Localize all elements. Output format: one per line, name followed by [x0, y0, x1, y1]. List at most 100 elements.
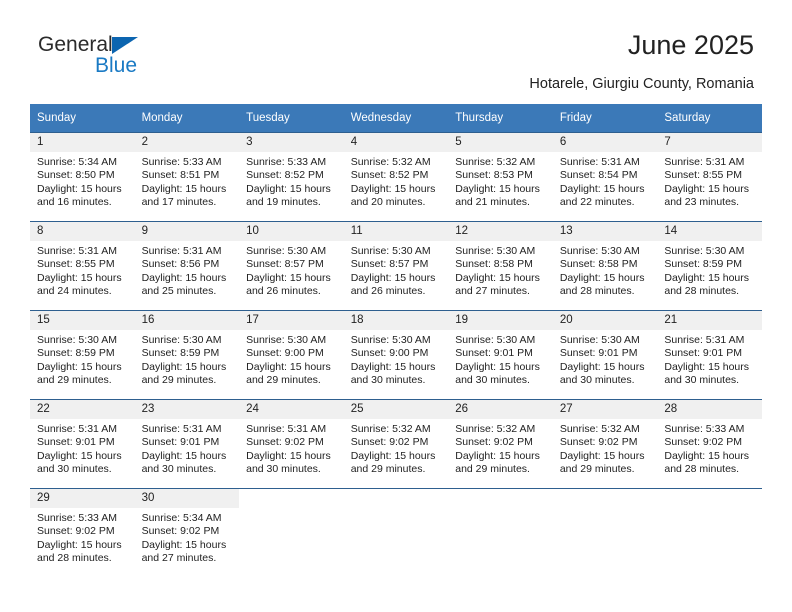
- calendar-day-cell[interactable]: 28 Sunrise: 5:33 AM Sunset: 9:02 PM Dayligh…: [657, 399, 762, 489]
- calendar-day-cell[interactable]: 27 Sunrise: 5:32 AM Sunset: 9:02 PM Dayligh…: [552, 399, 658, 489]
- daylight-text: Daylight: 15 hours and 29 minutes.: [350, 449, 436, 476]
- calendar-page: General Blue June 2025 Hotarele, Giurgiu…: [0, 0, 792, 612]
- calendar-day-cell[interactable]: 5 Sunrise: 5:32 AM Sunset: 8:53 PM Daylight…: [448, 132, 553, 222]
- day-sun-info: Sunrise: 5:32 AM Sunset: 9:02 PM Daylight:…: [553, 419, 658, 477]
- calendar-day-cell[interactable]: 29 Sunrise: 5:33 AM Sunset: 9:02 PM Dayligh…: [30, 488, 135, 577]
- day-sun-info: Sunrise: 5:31 AM Sunset: 9:01 PM Daylight:…: [30, 419, 135, 477]
- calendar-day-cell[interactable]: 13 Sunrise: 5:30 AM Sunset: 8:58 PM Dayligh…: [552, 221, 658, 311]
- calendar-week-row: 8 Sunrise: 5:31 AM Sunset: 8:55 PM Daylight…: [30, 221, 762, 311]
- day-number: 8: [30, 222, 135, 241]
- calendar-day-cell[interactable]: 9 Sunrise: 5:31 AM Sunset: 8:56 PM Daylight…: [134, 221, 240, 311]
- calendar-day-cell[interactable]: 1 Sunrise: 5:34 AM Sunset: 8:50 PM Daylight…: [30, 132, 135, 222]
- day-number: [343, 489, 449, 508]
- sunset-text: Sunset: 8:58 PM: [559, 258, 638, 271]
- calendar-week-row: 15 Sunrise: 5:30 AM Sunset: 8:59 PM Dayligh…: [30, 310, 762, 400]
- daylight-text: Daylight: 15 hours and 26 minutes.: [246, 271, 331, 298]
- day-number: 9: [134, 222, 240, 241]
- weekday-header-monday: Monday: [134, 104, 240, 133]
- daylight-text: Daylight: 15 hours and 29 minutes.: [455, 449, 540, 476]
- calendar-day-cell[interactable]: 8 Sunrise: 5:31 AM Sunset: 8:55 PM Daylight…: [30, 221, 135, 311]
- day-sun-info: Sunrise: 5:30 AM Sunset: 9:01 PM Daylight:…: [448, 330, 553, 388]
- day-sun-info: Sunrise: 5:33 AM Sunset: 9:02 PM Daylight:…: [30, 508, 135, 566]
- page-title: June 2025: [627, 30, 754, 60]
- calendar-day-cell[interactable]: 21 Sunrise: 5:31 AM Sunset: 9:01 PM Dayligh…: [657, 310, 762, 400]
- calendar-day-cell[interactable]: 2 Sunrise: 5:33 AM Sunset: 8:51 PM Daylight…: [134, 132, 240, 222]
- calendar-day-cell[interactable]: 10 Sunrise: 5:30 AM Sunset: 8:57 PM Dayligh…: [239, 221, 344, 311]
- day-sun-info: Sunrise: 5:30 AM Sunset: 8:58 PM Daylight:…: [553, 241, 658, 299]
- day-sun-info: Sunrise: 5:30 AM Sunset: 8:57 PM Daylight:…: [239, 241, 344, 299]
- day-number: 21: [657, 311, 762, 330]
- sunset-text: Sunset: 8:55 PM: [664, 169, 743, 182]
- calendar-day-cell[interactable]: 30 Sunrise: 5:34 AM Sunset: 9:02 PM Dayligh…: [134, 488, 240, 577]
- sunset-text: Sunset: 8:55 PM: [37, 258, 115, 271]
- sunrise-text: Sunrise: 5:32 AM: [350, 156, 431, 168]
- day-sun-info: Sunrise: 5:31 AM Sunset: 8:55 PM Daylight:…: [30, 241, 135, 299]
- day-number: 14: [657, 222, 762, 241]
- calendar-day-cell[interactable]: 3 Sunrise: 5:33 AM Sunset: 8:52 PM Daylight…: [239, 132, 344, 222]
- calendar-day-cell[interactable]: 18 Sunrise: 5:30 AM Sunset: 9:00 PM Dayligh…: [343, 310, 449, 400]
- daylight-text: Daylight: 15 hours and 29 minutes.: [37, 360, 122, 387]
- day-number: 16: [134, 311, 240, 330]
- daylight-text: Daylight: 15 hours and 27 minutes.: [141, 538, 227, 565]
- day-number: 12: [448, 222, 553, 241]
- daylight-text: Daylight: 15 hours and 23 minutes.: [664, 182, 750, 209]
- day-number: 6: [552, 133, 658, 152]
- calendar-day-cell[interactable]: 26 Sunrise: 5:32 AM Sunset: 9:02 PM Dayligh…: [448, 399, 553, 489]
- daylight-text: Daylight: 15 hours and 17 minutes.: [141, 182, 227, 209]
- calendar-day-cell[interactable]: 12 Sunrise: 5:30 AM Sunset: 8:58 PM Dayligh…: [448, 221, 553, 311]
- day-number: 11: [343, 222, 449, 241]
- calendar-day-cell[interactable]: 15 Sunrise: 5:30 AM Sunset: 8:59 PM Dayligh…: [30, 310, 135, 400]
- day-number: 24: [239, 400, 344, 419]
- logo-triangle-icon: [112, 37, 138, 54]
- sunrise-text: Sunrise: 5:30 AM: [455, 245, 536, 257]
- day-number: 15: [30, 311, 135, 330]
- day-sun-info: Sunrise: 5:31 AM Sunset: 8:54 PM Daylight:…: [553, 152, 658, 210]
- calendar-day-cell[interactable]: 25 Sunrise: 5:32 AM Sunset: 9:02 PM Dayligh…: [343, 399, 449, 489]
- day-number: 18: [343, 311, 449, 330]
- daylight-text: Daylight: 15 hours and 30 minutes.: [559, 360, 645, 387]
- page-header: General Blue June 2025 Hotarele, Giurgiu…: [0, 0, 792, 92]
- calendar-day-cell[interactable]: 7 Sunrise: 5:31 AM Sunset: 8:55 PM Daylight…: [657, 132, 762, 222]
- sunset-text: Sunset: 8:50 PM: [37, 169, 115, 182]
- day-number: 10: [239, 222, 344, 241]
- day-sun-info: Sunrise: 5:30 AM Sunset: 8:59 PM Daylight:…: [30, 330, 135, 388]
- day-sun-info: Sunrise: 5:32 AM Sunset: 8:52 PM Daylight:…: [344, 152, 449, 210]
- sunrise-text: Sunrise: 5:30 AM: [664, 245, 745, 257]
- day-number: 4: [343, 133, 449, 152]
- calendar-day-cell[interactable]: 22 Sunrise: 5:31 AM Sunset: 9:01 PM Dayligh…: [30, 399, 135, 489]
- day-number: 5: [448, 133, 553, 152]
- daylight-text: Daylight: 15 hours and 28 minutes.: [664, 449, 750, 476]
- calendar-day-cell[interactable]: 24 Sunrise: 5:31 AM Sunset: 9:02 PM Dayligh…: [239, 399, 344, 489]
- calendar-day-cell[interactable]: 19 Sunrise: 5:30 AM Sunset: 9:01 PM Dayligh…: [448, 310, 553, 400]
- daylight-text: Daylight: 15 hours and 27 minutes.: [455, 271, 540, 298]
- calendar-day-cell[interactable]: 6 Sunrise: 5:31 AM Sunset: 8:54 PM Daylight…: [552, 132, 658, 222]
- calendar-day-cell[interactable]: 16 Sunrise: 5:30 AM Sunset: 8:59 PM Dayligh…: [134, 310, 240, 400]
- calendar-day-cell-empty: [657, 488, 762, 577]
- sunrise-text: Sunrise: 5:30 AM: [455, 334, 536, 346]
- sunset-text: Sunset: 9:01 PM: [455, 347, 533, 360]
- sunrise-text: Sunrise: 5:30 AM: [246, 245, 327, 257]
- day-sun-info: Sunrise: 5:31 AM Sunset: 8:55 PM Daylight:…: [657, 152, 762, 210]
- calendar-day-cell[interactable]: 4 Sunrise: 5:32 AM Sunset: 8:52 PM Daylight…: [343, 132, 449, 222]
- calendar-day-cell-empty: [448, 488, 553, 577]
- sunset-text: Sunset: 9:00 PM: [350, 347, 429, 360]
- sunset-text: Sunset: 9:02 PM: [455, 436, 533, 449]
- sunrise-text: Sunrise: 5:32 AM: [455, 156, 536, 168]
- sunset-text: Sunset: 9:02 PM: [246, 436, 324, 449]
- sunrise-text: Sunrise: 5:30 AM: [559, 245, 640, 257]
- daylight-text: Daylight: 15 hours and 30 minutes.: [141, 449, 227, 476]
- calendar-week-row: 1 Sunrise: 5:34 AM Sunset: 8:50 PM Daylight…: [30, 132, 762, 222]
- calendar-day-cell[interactable]: 17 Sunrise: 5:30 AM Sunset: 9:00 PM Dayligh…: [239, 310, 344, 400]
- calendar-day-cell-empty: [343, 488, 449, 577]
- sunrise-text: Sunrise: 5:31 AM: [141, 423, 222, 435]
- calendar-day-cell[interactable]: 14 Sunrise: 5:30 AM Sunset: 8:59 PM Dayligh…: [657, 221, 762, 311]
- sunrise-text: Sunrise: 5:32 AM: [559, 423, 640, 435]
- calendar-day-cell[interactable]: 20 Sunrise: 5:30 AM Sunset: 9:01 PM Dayligh…: [552, 310, 658, 400]
- sunrise-text: Sunrise: 5:31 AM: [37, 245, 117, 257]
- calendar-day-cell[interactable]: 23 Sunrise: 5:31 AM Sunset: 9:01 PM Dayligh…: [134, 399, 240, 489]
- sunrise-text: Sunrise: 5:33 AM: [37, 512, 117, 524]
- sunset-text: Sunset: 9:01 PM: [664, 347, 743, 360]
- day-number: 2: [134, 133, 240, 152]
- sunrise-text: Sunrise: 5:32 AM: [455, 423, 536, 435]
- calendar-day-cell[interactable]: 11 Sunrise: 5:30 AM Sunset: 8:57 PM Dayligh…: [343, 221, 449, 311]
